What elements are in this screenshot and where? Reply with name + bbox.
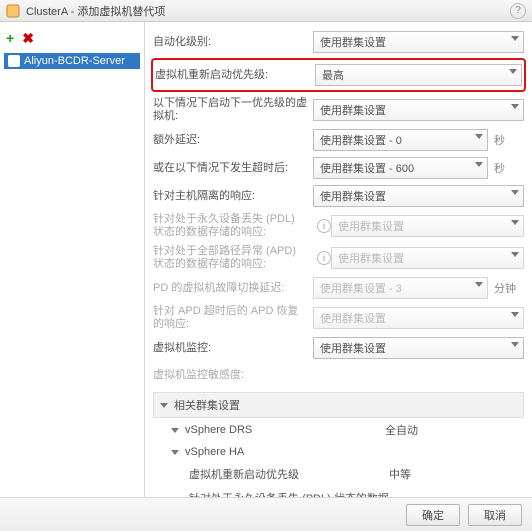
chevron-down-icon [171, 450, 179, 455]
pd-switch-delay-suffix: 分钟 [494, 280, 524, 296]
left-panel: + ✖ Aliyun-BCDR-Server [0, 22, 145, 497]
pdl-datastore-select[interactable]: 使用群集设置 [331, 215, 524, 237]
ha-row[interactable]: vSphere HA [153, 442, 524, 462]
ha-label: vSphere HA [185, 446, 385, 458]
remove-icon[interactable]: ✖ [22, 30, 34, 47]
window-titlebar: ClusterA - 添加虚拟机替代项 ? [0, 0, 532, 22]
extra-delay-select[interactable]: 使用群集设置 - 0 [313, 129, 488, 151]
drs-value: 全自动 [385, 422, 418, 438]
server-item[interactable]: Aliyun-BCDR-Server [4, 53, 140, 69]
chevron-down-icon [511, 190, 519, 195]
drs-label: vSphere DRS [185, 424, 385, 436]
apd-all-paths-label: 针对处于全部路径异常 (APD) 状态的数据存储的响应: [153, 245, 313, 271]
restart-priority-select[interactable]: 最高 [315, 64, 522, 86]
help-icon[interactable]: ? [510, 3, 526, 19]
restart-priority-label: 虚拟机重新启动优先级: [155, 69, 315, 82]
vm-monitoring-select[interactable]: 使用群集设置 [313, 337, 524, 359]
vm-monitor-sensitivity-label: 虚拟机监控敏感度: [153, 369, 313, 382]
ha-restart-value: 中等 [389, 466, 411, 482]
chevron-down-icon [511, 220, 519, 225]
cluster-icon [6, 4, 20, 18]
next-priority-select[interactable]: 使用群集设置 [313, 99, 524, 121]
related-cluster-title: 相关群集设置 [174, 397, 240, 413]
chevron-down-icon [509, 69, 517, 74]
help-tip-icon[interactable]: i [317, 219, 331, 233]
chevron-down-icon [511, 312, 519, 317]
ha-restart-row: 虚拟机重新启动优先级 中等 [153, 462, 524, 486]
settings-panel: 自动化级别: 使用群集设置 虚拟机重新启动优先级: 最高 以下情况下启动下一优先… [145, 22, 532, 497]
related-cluster-header[interactable]: 相关群集设置 [153, 392, 524, 418]
timeout-after-suffix: 秒 [494, 160, 524, 176]
chevron-down-icon [511, 36, 519, 41]
chevron-down-icon [475, 282, 483, 287]
restart-priority-highlight: 虚拟机重新启动优先级: 最高 [151, 58, 526, 92]
pd-switch-delay-select[interactable]: 使用群集设置 - 3 [313, 277, 488, 299]
ha-restart-label: 虚拟机重新启动优先级 [189, 466, 389, 482]
auto-level-label: 自动化级别: [153, 36, 313, 49]
extra-delay-label: 额外延迟: [153, 134, 313, 147]
ok-button[interactable]: 确定 [406, 504, 460, 526]
ha-pdl-label: 针对处于永久设备丢失 (PDL) 状态的数据存储的响应 [189, 490, 389, 497]
chevron-down-icon [475, 162, 483, 167]
host-isolation-select[interactable]: 使用群集设置 [313, 185, 524, 207]
apd-recovery-label: 针对 APD 超时后的 APD 恢复的响应: [153, 305, 313, 331]
chevron-down-icon [511, 104, 519, 109]
add-icon[interactable]: + [6, 30, 14, 47]
pdl-datastore-label: 针对处于永久设备丢失 (PDL) 状态的数据存储的响应: [153, 213, 313, 239]
apd-all-paths-select[interactable]: 使用群集设置 [331, 247, 524, 269]
host-isolation-label: 针对主机隔离的响应: [153, 190, 313, 203]
chevron-down-icon [475, 134, 483, 139]
apd-recovery-select[interactable]: 使用群集设置 [313, 307, 524, 329]
drs-row[interactable]: vSphere DRS 全自动 [153, 418, 524, 442]
pd-switch-delay-label: PD 的虚拟机故障切换延迟: [153, 282, 313, 295]
auto-level-select[interactable]: 使用群集设置 [313, 31, 524, 53]
next-priority-label: 以下情况下启动下一优先级的虚拟机: [153, 97, 313, 123]
chevron-down-icon [171, 428, 179, 433]
window-title: ClusterA - 添加虚拟机替代项 [26, 3, 510, 19]
server-label: Aliyun-BCDR-Server [24, 55, 125, 67]
help-tip-icon[interactable]: i [317, 251, 331, 265]
dialog-footer: 确定 取消 [0, 497, 532, 531]
chevron-down-icon [160, 403, 168, 408]
timeout-after-label: 或在以下情况下发生超时后: [153, 162, 313, 175]
chevron-down-icon [511, 342, 519, 347]
server-icon [8, 55, 20, 67]
cancel-button[interactable]: 取消 [468, 504, 522, 526]
ha-pdl-row: 针对处于永久设备丢失 (PDL) 状态的数据存储的响应 已禁用 [153, 486, 524, 497]
extra-delay-suffix: 秒 [494, 132, 524, 148]
vm-monitoring-label: 虚拟机监控: [153, 342, 313, 355]
timeout-after-select[interactable]: 使用群集设置 - 600 [313, 157, 488, 179]
chevron-down-icon [511, 252, 519, 257]
